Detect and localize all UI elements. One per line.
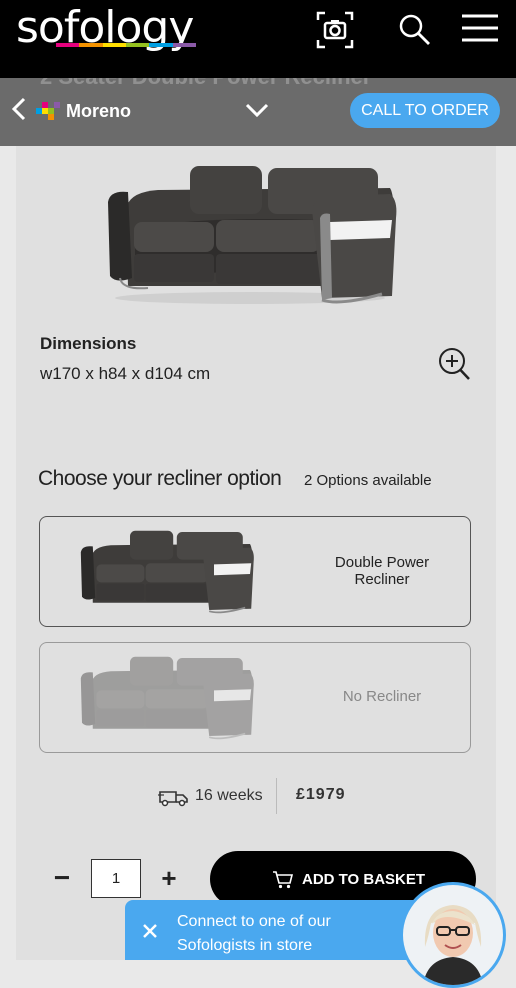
close-icon[interactable] (141, 922, 159, 940)
recliner-option-none[interactable]: No Recliner (39, 642, 471, 753)
add-to-basket-label: ADD TO BASKET (302, 871, 426, 888)
option-label: No Recliner (342, 688, 422, 705)
brand-logo-icon (36, 102, 60, 120)
chat-text: Connect to one of our Sofologists in sto… (177, 910, 331, 958)
quantity-input[interactable]: 1 (91, 859, 141, 898)
sofologist-avatar[interactable] (400, 882, 506, 988)
basket-icon (273, 871, 294, 889)
divider (276, 778, 277, 814)
quantity-increase-button[interactable]: + (158, 865, 180, 891)
options-count: 2 Options available (304, 472, 432, 489)
delivery-truck-icon (158, 791, 188, 807)
dimensions-value: w170 x h84 x d104 cm (40, 364, 211, 383)
recliner-heading: Choose your recliner option (38, 467, 282, 490)
brand-name: Moreno (66, 101, 131, 121)
lead-time: 16 weeks (195, 787, 263, 804)
ghost-product-title: 2 Seater Double Power Recliner (40, 78, 371, 90)
chevron-down-icon[interactable] (244, 100, 270, 120)
sofa-main-image (108, 166, 397, 304)
chat-text-line2: Sofologists in store (177, 937, 313, 954)
sofa-option-image (80, 530, 254, 614)
call-to-order-button[interactable]: CALL TO ORDER (350, 93, 500, 128)
person-portrait-image (403, 885, 503, 985)
option-label: Double Power Recliner (334, 554, 430, 588)
chat-widget[interactable]: Connect to one of our Sofologists in sto… (125, 900, 425, 960)
top-header: sofology (0, 0, 516, 78)
dimensions-title: Dimensions (40, 334, 137, 353)
sofa-option-image (80, 656, 254, 740)
zoom-in-icon[interactable] (436, 346, 472, 382)
back-chevron-icon[interactable] (8, 96, 30, 122)
menu-icon[interactable] (460, 10, 500, 50)
product-price: £1979 (296, 786, 346, 803)
search-icon[interactable] (395, 10, 435, 50)
recliner-option-double-power[interactable]: Double Power Recliner (39, 516, 471, 627)
camera-search-icon[interactable] (315, 10, 355, 50)
quantity-decrease-button[interactable]: − (52, 864, 72, 892)
chat-text-line1: Connect to one of our (177, 913, 331, 930)
logo-color-strip (56, 43, 196, 47)
product-sticky-header: 2 Seater Double Power Recliner Moreno CA… (0, 78, 516, 146)
